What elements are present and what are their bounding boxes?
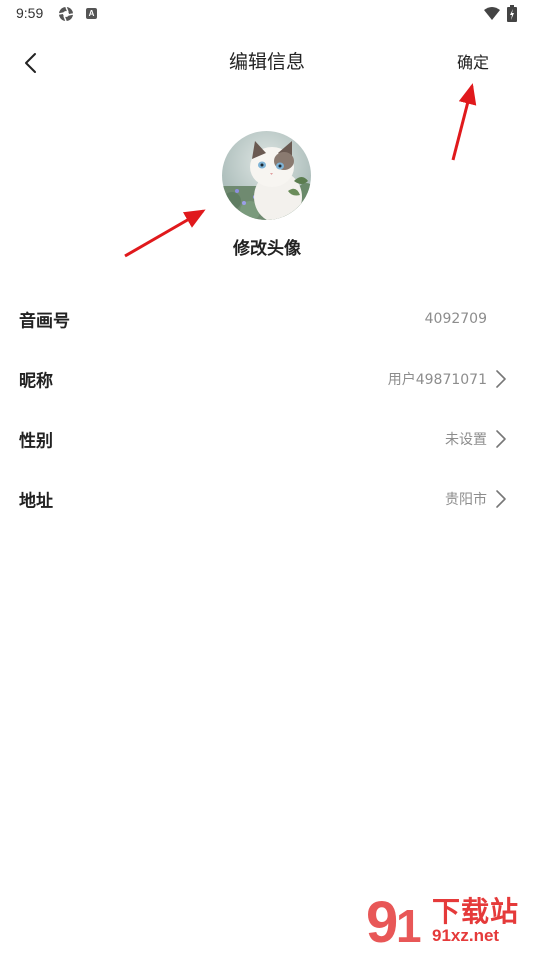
svg-text:9: 9 [366,890,398,950]
svg-text:1: 1 [396,900,422,950]
watermark: 9 1 下载站 91xz.net [362,888,534,954]
arrow-to-avatar [124,209,206,258]
watermark-domain: 91xz.net [432,926,500,945]
annotation-arrows [124,83,477,258]
watermark-site-name: 下载站 [432,895,520,928]
arrow-to-confirm [451,83,477,161]
